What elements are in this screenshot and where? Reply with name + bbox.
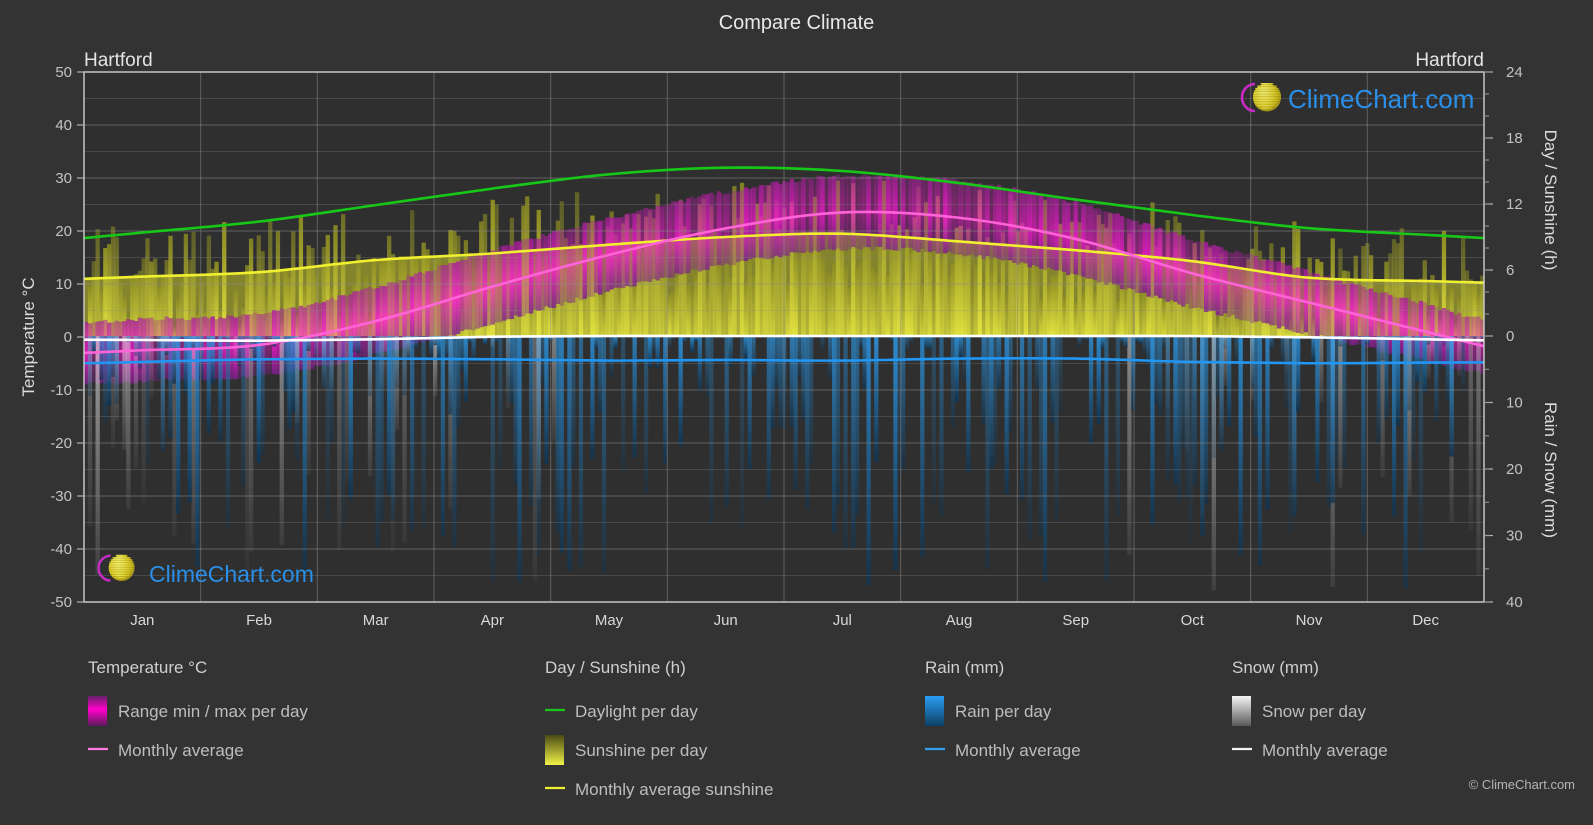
legend-item-label[interactable]: Monthly average sunshine: [575, 780, 773, 799]
legend-item-label[interactable]: Range min / max per day: [118, 702, 308, 721]
x-axis-month-label: Jun: [714, 612, 738, 629]
right-top-axis-tick: 18: [1506, 130, 1523, 147]
legend-item-label[interactable]: Sunshine per day: [575, 741, 708, 760]
right-top-axis-tick: 0: [1506, 328, 1514, 345]
legend-item-label[interactable]: Rain per day: [955, 702, 1052, 721]
legend-swatch: [1232, 696, 1251, 726]
right-top-axis-tick: 12: [1506, 196, 1523, 213]
x-axis-month-label: Jul: [833, 612, 852, 629]
x-axis-month-label: Jan: [130, 612, 154, 629]
right-top-axis-tick: 24: [1506, 64, 1523, 81]
left-axis-tick: -30: [50, 488, 72, 505]
logo-wordmark-watermark: ClimeChart.com: [149, 561, 314, 587]
logo-wordmark: ClimeChart.com: [1288, 84, 1474, 114]
copyright-notice: © ClimeChart.com: [1469, 777, 1575, 792]
x-axis-month-label: Nov: [1296, 612, 1323, 629]
legend-item-label[interactable]: Daylight per day: [575, 702, 698, 721]
left-axis-tick: -40: [50, 541, 72, 558]
left-axis-tick: -50: [50, 594, 72, 611]
legend-heading: Rain (mm): [925, 658, 1004, 677]
legend-item-label[interactable]: Monthly average: [1262, 741, 1388, 760]
legend-item-label[interactable]: Monthly average: [118, 741, 244, 760]
left-axis-tick: 20: [55, 223, 72, 240]
right-top-axis-tick: 6: [1506, 262, 1514, 279]
legend-heading: Temperature °C: [88, 658, 207, 677]
right-bottom-axis-tick: 30: [1506, 528, 1523, 545]
x-axis-month-label: Aug: [946, 612, 973, 629]
legend-heading: Snow (mm): [1232, 658, 1319, 677]
x-axis-month-label: May: [595, 612, 624, 629]
x-axis-month-label: Sep: [1062, 612, 1089, 629]
city-label-right: Hartford: [1415, 50, 1484, 71]
x-axis-month-label: Mar: [363, 612, 389, 629]
left-axis-tick: 50: [55, 64, 72, 81]
climate-chart-page: ClimeChart.com ClimeChart.com 50 40 30 20 10…: [0, 0, 1593, 825]
climate-chart-svg: ClimeChart.com ClimeChart.com 50 40 30 20 10…: [0, 0, 1593, 825]
left-axis-tick: 40: [55, 117, 72, 134]
x-axis-month-label: Feb: [246, 612, 272, 629]
legend-item-label[interactable]: Monthly average: [955, 741, 1081, 760]
left-axis-tick: 30: [55, 170, 72, 187]
right-bottom-axis-tick: 40: [1506, 594, 1523, 611]
legend-swatch: [545, 735, 564, 765]
x-axis-month-label: Oct: [1181, 612, 1205, 629]
legend-heading: Day / Sunshine (h): [545, 658, 686, 677]
right-bottom-axis-tick: 10: [1506, 395, 1523, 412]
city-label-left: Hartford: [84, 50, 153, 71]
x-axis-month-label: Dec: [1412, 612, 1439, 629]
page-title: Compare Climate: [719, 12, 875, 34]
right-bottom-axis-title: Rain / Snow (mm): [1541, 402, 1560, 538]
plot-contents: ClimeChart.com ClimeChart.com: [84, 72, 1484, 602]
left-axis-tick: 0: [64, 329, 72, 346]
left-axis-tick: 10: [55, 276, 72, 293]
legend-swatch: [925, 696, 944, 726]
legend-item-label[interactable]: Snow per day: [1262, 702, 1366, 721]
left-axis-tick: -20: [50, 435, 72, 452]
right-bottom-axis-tick: 20: [1506, 461, 1523, 478]
left-axis-title: Temperature °C: [19, 277, 38, 396]
legend-swatch: [88, 696, 107, 726]
right-top-axis-title: Day / Sunshine (h): [1541, 130, 1560, 271]
left-axis-tick: -10: [50, 382, 72, 399]
x-axis-month-label: Apr: [481, 612, 504, 629]
